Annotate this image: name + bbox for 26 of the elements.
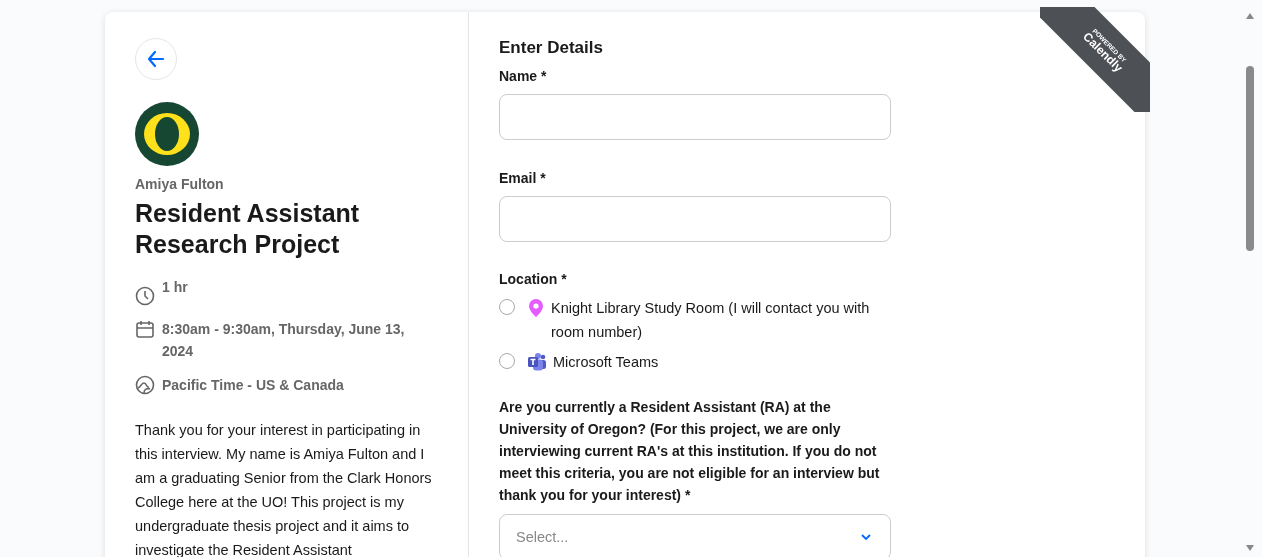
calendar-icon bbox=[135, 319, 155, 339]
event-title: Resident Assistant Research Project bbox=[135, 198, 361, 260]
scroll-thumb[interactable] bbox=[1246, 66, 1254, 251]
text-field[interactable] bbox=[499, 196, 891, 242]
text-field[interactable] bbox=[499, 94, 891, 140]
back-button[interactable] bbox=[135, 38, 177, 80]
clock-icon bbox=[135, 286, 155, 306]
scroll-up-icon[interactable] bbox=[1246, 13, 1254, 19]
field-label: Location * bbox=[499, 271, 568, 287]
host-name: Amiya Fulton bbox=[135, 176, 225, 192]
field-label: Name * bbox=[499, 68, 548, 84]
timezone-text: Pacific Time - US & Canada bbox=[162, 376, 344, 395]
question-label: Are you currently a Resident Assistant (RA) at the University of Oregon? (For this project, we are only interviewing current RA's at this institution. If you do not meet this criteria, you are not eligible for an interview but thank you for your interest) * bbox=[499, 398, 881, 505]
logo-icon bbox=[135, 102, 199, 166]
duration-text: 1 hr bbox=[162, 278, 188, 297]
teams-icon bbox=[527, 352, 547, 372]
chevron-down-icon bbox=[860, 533, 872, 541]
scroll-down-icon[interactable] bbox=[1246, 545, 1254, 551]
option-label: Microsoft Teams bbox=[553, 353, 660, 372]
globe-icon bbox=[135, 375, 155, 395]
date-time-text: 8:30am - 9:30am, Thursday, June 13, 2024 bbox=[162, 320, 406, 361]
map-pin-icon bbox=[527, 298, 545, 318]
option-label: Knight Library Study Room (I will contact you with room number) bbox=[551, 299, 871, 342]
form-heading: Enter Details bbox=[499, 38, 604, 58]
field-label: Email * bbox=[499, 170, 547, 186]
back-arrow-icon bbox=[146, 49, 166, 69]
